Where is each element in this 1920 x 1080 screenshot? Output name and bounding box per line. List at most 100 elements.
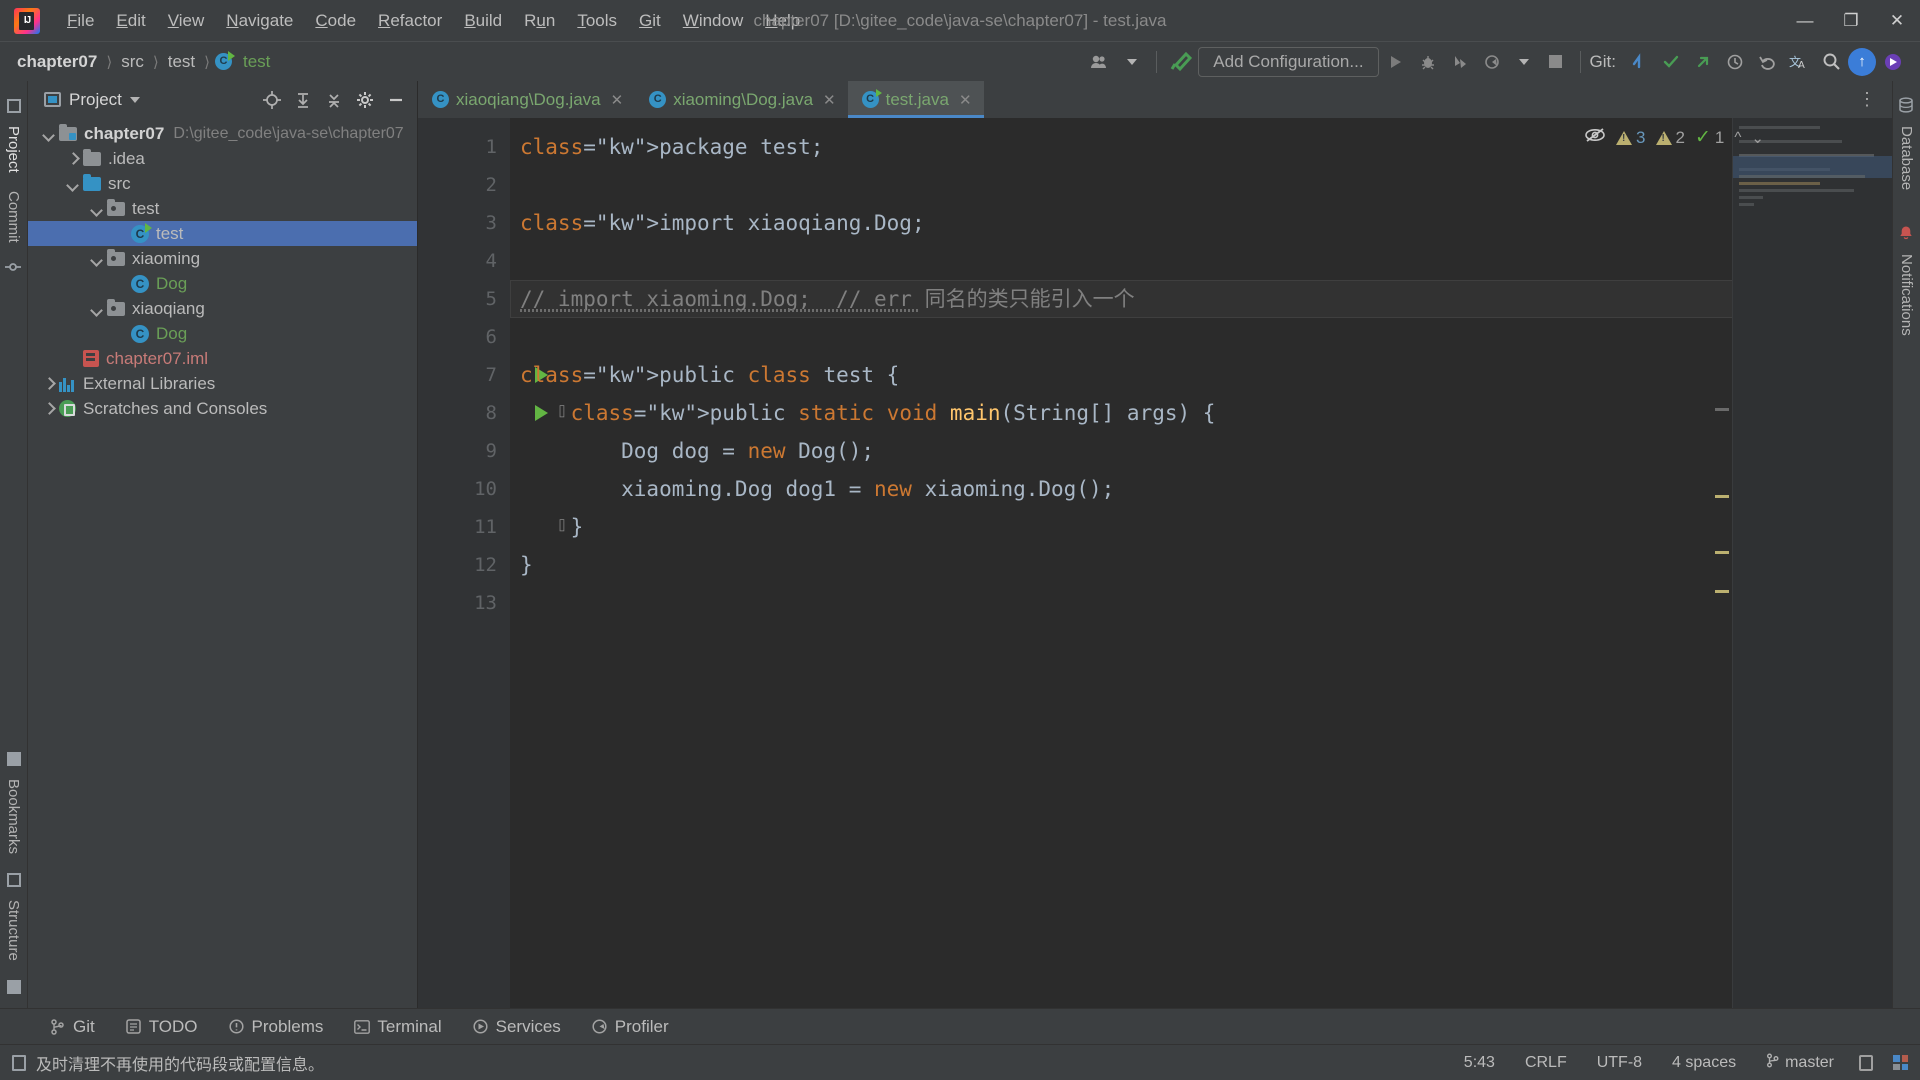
caret-position[interactable]: 5:43 [1459, 1051, 1500, 1075]
code-line-6[interactable] [510, 318, 1892, 356]
line-number-11[interactable]: 11⌷ [418, 508, 510, 546]
gutter-marker-warning[interactable] [1715, 495, 1729, 498]
menu-edit[interactable]: Edit [105, 8, 156, 34]
rail-tab-notifications[interactable]: Notifications [1898, 245, 1915, 345]
avatar[interactable]: ↑ [1848, 48, 1876, 76]
profile-icon[interactable] [1477, 47, 1507, 77]
code-line-3[interactable]: class="kw">import xiaoqiang.Dog; [510, 204, 1892, 242]
editor-tabs-options-icon[interactable]: ⋮ [1844, 81, 1892, 118]
ide-layout-icon[interactable] [1893, 1055, 1908, 1070]
tree-node-xiaoming[interactable]: xiaoming [28, 246, 417, 271]
minimap-viewport[interactable] [1733, 156, 1892, 178]
tree-node--idea[interactable]: .idea [28, 146, 417, 171]
code-line-10[interactable]: xiaoming.Dog dog1 = new xiaoming.Dog(); [510, 470, 1892, 508]
editor-code-content[interactable]: class="kw">package test;class="kw">impor… [510, 118, 1892, 1008]
indent-setting[interactable]: 4 spaces [1667, 1051, 1741, 1075]
git-update-project-icon[interactable] [1624, 47, 1654, 77]
tool-problems[interactable]: Problems [213, 1009, 339, 1045]
line-number-8[interactable]: 8⌷ [418, 394, 510, 432]
file-encoding[interactable]: UTF-8 [1592, 1051, 1647, 1075]
tree-node-dog[interactable]: Dog [28, 271, 417, 296]
close-icon[interactable]: ✕ [611, 91, 624, 109]
build-hammer-icon[interactable] [1166, 47, 1196, 77]
run-with-coverage-icon[interactable] [1445, 47, 1475, 77]
menu-navigate[interactable]: Navigate [215, 8, 304, 34]
tree-node-external-libraries[interactable]: External Libraries [28, 371, 417, 396]
editor-tab-xiaoming-dog[interactable]: xiaoming\Dog.java ✕ [635, 81, 847, 118]
next-problem-chevron-icon[interactable]: ⌄ [1751, 129, 1764, 147]
select-opened-file-icon[interactable] [261, 89, 283, 111]
chevron-down-icon[interactable] [66, 177, 79, 190]
menu-file[interactable]: File [56, 8, 105, 34]
add-configuration-button[interactable]: Add Configuration... [1198, 47, 1378, 77]
tree-node-chapter07[interactable]: chapter07D:\gitee_code\java-se\chapter07 [28, 121, 417, 146]
tree-node-test[interactable]: test [28, 221, 417, 246]
menu-refactor[interactable]: Refactor [367, 8, 453, 34]
inspections-eye-off-icon[interactable] [1584, 127, 1606, 149]
tree-node-src[interactable]: src [28, 171, 417, 196]
tool-services[interactable]: Services [457, 1009, 576, 1045]
code-line-9[interactable]: Dog dog = new Dog(); [510, 432, 1892, 470]
menu-window[interactable]: Window [672, 8, 754, 34]
chevron-right-icon[interactable] [66, 152, 79, 165]
menu-build[interactable]: Build [453, 8, 513, 34]
run-icon[interactable] [1381, 47, 1411, 77]
code-editor[interactable]: 12345678⌷91011⌷1213 class="kw">package t… [418, 118, 1892, 1008]
chevron-down-icon[interactable] [90, 302, 103, 315]
close-icon[interactable]: ✕ [959, 91, 972, 109]
user-accounts-chevron-icon[interactable] [1117, 47, 1147, 77]
line-number-5[interactable]: 5 [418, 280, 510, 318]
hide-panel-icon[interactable] [385, 89, 407, 111]
tree-node-xiaoqiang[interactable]: xiaoqiang [28, 296, 417, 321]
intention-bulb-icon[interactable] [528, 237, 543, 257]
maximize-button[interactable]: ❐ [1828, 0, 1874, 41]
code-line-12[interactable]: } [510, 546, 1892, 584]
line-number-6[interactable]: 6 [418, 318, 510, 356]
read-only-lock-icon[interactable] [1859, 1055, 1873, 1071]
chevron-right-icon[interactable] [42, 402, 55, 415]
ide-features-icon[interactable] [1878, 47, 1908, 77]
editor-tab-xiaoqiang-dog[interactable]: xiaoqiang\Dog.java ✕ [418, 81, 635, 118]
line-separator[interactable]: CRLF [1520, 1051, 1572, 1075]
search-icon[interactable] [1816, 47, 1846, 77]
editor-tab-test[interactable]: test.java ✕ [848, 81, 984, 118]
code-line-5[interactable]: // import xiaoming.Dog; // err 同名的类只能引入一… [510, 280, 1892, 318]
line-number-1[interactable]: 1 [418, 128, 510, 166]
rail-tab-commit[interactable]: Commit [5, 182, 22, 252]
tree-node-dog[interactable]: Dog [28, 321, 417, 346]
previous-problem-chevron-icon[interactable]: ^ [1734, 129, 1741, 146]
gutter-marker-warning[interactable] [1715, 590, 1729, 593]
debug-icon[interactable] [1413, 47, 1443, 77]
ok-count[interactable]: ✓ 1 [1695, 126, 1724, 149]
tool-profiler[interactable]: Profiler [576, 1009, 684, 1045]
code-line-2[interactable] [510, 166, 1892, 204]
breadcrumb-chapter07[interactable]: chapter07 [13, 50, 101, 74]
git-commit-icon[interactable] [1656, 47, 1686, 77]
stop-icon[interactable] [1541, 47, 1571, 77]
rail-tab-database[interactable]: Database [1898, 117, 1915, 199]
git-branch-widget[interactable]: master [1761, 1050, 1839, 1076]
collapse-all-icon[interactable] [323, 89, 345, 111]
code-line-7[interactable]: class="kw">public class test { [510, 356, 1892, 394]
chevron-down-icon[interactable] [130, 97, 140, 103]
menu-run[interactable]: Run [513, 8, 566, 34]
more-run-options-chevron-icon[interactable] [1509, 47, 1539, 77]
tool-git[interactable]: Git [34, 1009, 110, 1045]
breadcrumb-test-pkg[interactable]: test [164, 50, 199, 74]
chevron-down-icon[interactable] [42, 127, 55, 140]
line-number-9[interactable]: 9 [418, 432, 510, 470]
tree-node-test[interactable]: test [28, 196, 417, 221]
gutter-marker-info[interactable] [1715, 408, 1729, 411]
breadcrumb-src[interactable]: src [117, 50, 148, 74]
menu-code[interactable]: Code [304, 8, 367, 34]
translate-icon[interactable]: 文A [1784, 47, 1814, 77]
chevron-down-icon[interactable] [90, 202, 103, 215]
editor-gutter[interactable]: 12345678⌷91011⌷1213 [418, 118, 510, 1008]
tree-node-scratches-and-consoles[interactable]: Scratches and Consoles [28, 396, 417, 421]
menu-help[interactable]: Help [754, 8, 811, 34]
git-history-icon[interactable] [1720, 47, 1750, 77]
chevron-right-icon[interactable] [42, 377, 55, 390]
line-number-3[interactable]: 3 [418, 204, 510, 242]
weak-warning-count[interactable]: 2 [1656, 128, 1685, 148]
undo-icon[interactable] [1752, 47, 1782, 77]
